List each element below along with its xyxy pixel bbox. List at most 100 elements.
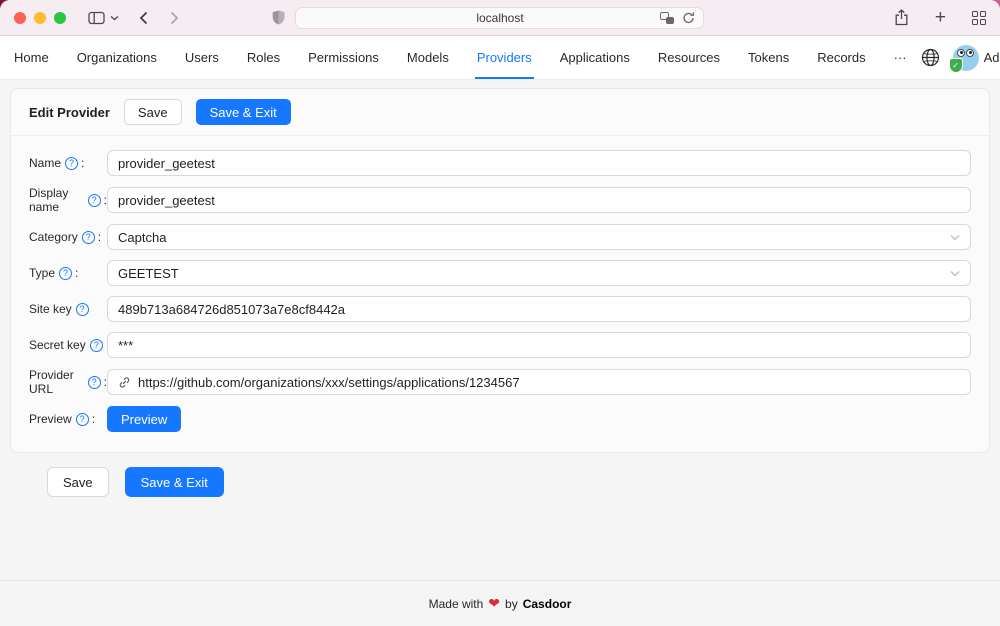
form-row-display-name: Display name?: [29,186,971,214]
form-row-preview: Preview?:Preview [29,406,971,432]
nav-more[interactable]: ··· [880,36,921,79]
secret-key-input[interactable] [107,332,971,358]
display-name-input[interactable] [107,187,971,213]
main-content: Edit Provider Save Save & Exit Name?: Dis… [0,80,1000,580]
browser-toolbar: localhost + [0,0,1000,36]
form-row-provider-url: Provider URL?:https://github.com/organiz… [29,368,971,396]
provider-url-label: Provider URL?: [29,368,107,396]
secret-key-label: Secret key? [29,338,107,352]
form-row-name: Name?: [29,150,971,176]
nav-item-tokens[interactable]: Tokens [734,36,803,79]
footer-text: by [505,597,518,611]
save-button-bottom[interactable]: Save [47,467,109,497]
sidebar-menu-button[interactable] [110,15,119,21]
label-colon: : [98,230,101,244]
form-row-site-key: Site key? [29,296,971,322]
url-text[interactable]: localhost [340,11,660,25]
forward-button[interactable] [170,11,179,25]
nav-item-providers[interactable]: Providers [463,36,546,79]
type-control: GEETEST [107,260,971,286]
account-name[interactable]: Admin [984,50,1000,65]
nav-item-resources[interactable]: Resources [644,36,734,79]
sidebar-toggle-button[interactable] [88,11,105,25]
nav-item-organizations[interactable]: Organizations [63,36,171,79]
avatar[interactable]: ✓ [953,45,979,71]
casdoor-link[interactable]: Casdoor [523,597,572,611]
form-row-type: Type?: GEETEST [29,260,971,286]
help-icon[interactable]: ? [59,267,72,280]
chevron-down-icon [110,15,119,21]
minimize-window-button[interactable] [34,12,46,24]
verified-shield-icon: ✓ [949,58,963,73]
help-icon[interactable]: ? [88,376,101,389]
type-select[interactable]: GEETEST [107,260,971,286]
category-select[interactable]: Captcha [107,224,971,250]
site-key-label: Site key? [29,302,107,316]
nav-item-home[interactable]: Home [0,36,63,79]
name-input[interactable] [107,150,971,176]
nav-item-roles[interactable]: Roles [233,36,294,79]
help-icon[interactable]: ? [90,339,103,352]
label-text: Site key [29,302,72,316]
nav-menu: HomeOrganizationsUsersRolesPermissionsMo… [0,36,921,79]
shield-icon [272,10,285,25]
save-button[interactable]: Save [124,99,182,125]
name-control [107,150,971,176]
preview-label: Preview?: [29,412,107,426]
account-menu[interactable]: ✓ Admin [953,45,1000,71]
bottom-actions: Save Save & Exit [10,453,990,497]
nav-item-users[interactable]: Users [171,36,233,79]
edit-provider-card: Edit Provider Save Save & Exit Name?: Dis… [10,88,990,453]
language-button[interactable] [921,48,940,67]
category-control: Captcha [107,224,971,250]
footer-text: Made with [429,597,484,611]
globe-icon [921,48,940,67]
preview-button[interactable]: Preview [107,406,181,432]
privacy-shield-icon [272,10,285,25]
address-bar[interactable]: localhost [295,7,704,29]
site-key-control [107,296,971,322]
display-name-label: Display name?: [29,186,107,214]
zoom-window-button[interactable] [54,12,66,24]
nav-item-permissions[interactable]: Permissions [294,36,393,79]
provider-url-input[interactable]: https://github.com/organizations/xxx/set… [107,369,971,395]
share-icon [894,9,909,26]
page-title: Edit Provider [29,105,110,120]
gopher-eye [966,49,974,57]
nav-item-models[interactable]: Models [393,36,463,79]
share-button[interactable] [894,9,909,26]
secret-key-control [107,332,971,358]
nav-item-applications[interactable]: Applications [546,36,644,79]
reload-button[interactable] [682,11,695,25]
help-icon[interactable]: ? [76,303,89,316]
label-text: Secret key [29,338,86,352]
label-text: Category [29,230,78,244]
save-exit-button-bottom[interactable]: Save & Exit [125,467,224,497]
nav-item-records[interactable]: Records [803,36,879,79]
form-row-secret-key: Secret key? [29,332,971,358]
label-text: Provider URL [29,368,84,396]
heart-icon: ❤ [488,595,500,612]
label-text: Preview [29,412,72,426]
form-row-category: Category?: Captcha [29,224,971,250]
translate-button[interactable] [660,12,674,24]
app-navbar: HomeOrganizationsUsersRolesPermissionsMo… [0,36,1000,80]
save-exit-button[interactable]: Save & Exit [196,99,291,125]
help-icon[interactable]: ? [88,194,101,207]
browser-window: localhost + [0,0,1000,626]
display-name-control [107,187,971,213]
site-key-input[interactable] [107,296,971,322]
chevron-down-icon [950,270,960,277]
label-text: Type [29,266,55,280]
label-colon: : [92,412,95,426]
tab-overview-button[interactable] [972,11,986,25]
help-icon[interactable]: ? [82,231,95,244]
selected-value: Captcha [118,230,943,245]
back-button[interactable] [139,11,148,25]
close-window-button[interactable] [14,12,26,24]
help-icon[interactable]: ? [65,157,78,170]
label-colon: : [75,266,78,280]
category-label: Category?: [29,230,107,244]
new-tab-button[interactable]: + [935,8,946,27]
help-icon[interactable]: ? [76,413,89,426]
